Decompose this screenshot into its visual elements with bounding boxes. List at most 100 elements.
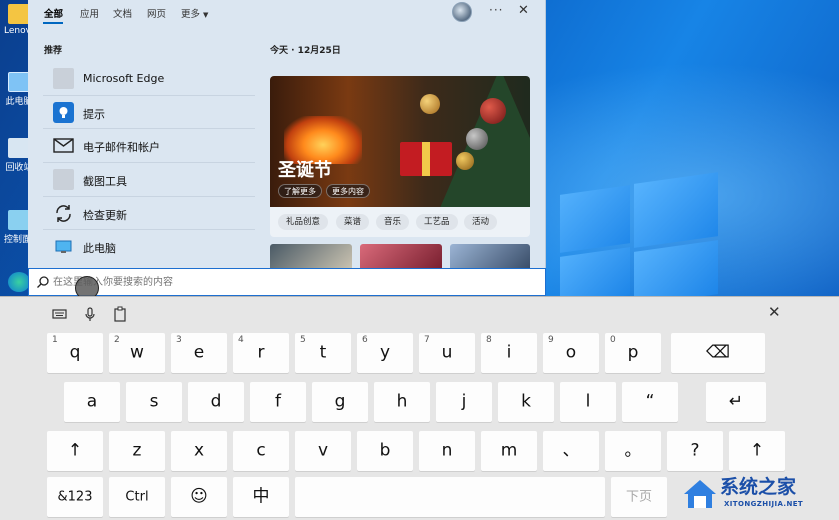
emoji-key[interactable]: ☺ [171,477,227,517]
ctrl-key[interactable]: Ctrl [109,477,165,517]
control-panel-icon [8,210,30,230]
shift-key[interactable]: ↑ [729,431,785,471]
key-j[interactable]: j [436,382,492,422]
space-key[interactable] [295,477,605,517]
key-m[interactable]: m [481,431,537,471]
tab-documents[interactable]: 文档 [113,6,132,20]
list-item-tips[interactable]: 提示 [43,96,255,130]
key-、[interactable]: 、 [543,431,599,471]
emoji-icon: ☺ [190,486,208,507]
key-label: g [334,391,346,412]
shift-icon: ↑ [67,440,83,461]
microphone-icon[interactable] [81,305,99,323]
tab-web[interactable]: 网页 [147,6,166,20]
symbols-key[interactable]: &123 [47,477,103,517]
shift-key[interactable]: ↑ [47,431,103,471]
key-n[interactable]: n [419,431,475,471]
list-item-microsoft-edge[interactable]: Microsoft Edge [43,62,255,96]
feature-tag-row: 礼品创意 菜谱 音乐 工艺品 活动 [270,207,530,237]
key-label: y [379,342,391,363]
tag-recipes[interactable]: 菜谱 [336,214,370,230]
thumbnail-image[interactable] [270,244,352,268]
key-g[interactable]: g [312,382,368,422]
key-q[interactable]: 1q [47,333,103,373]
avatar[interactable] [452,2,472,22]
computer-icon [53,236,74,257]
tag-gift-ideas[interactable]: 礼品创意 [278,214,329,230]
tag-crafts[interactable]: 工艺品 [416,214,458,230]
thumbnail-image[interactable] [450,244,530,268]
clipboard-icon[interactable] [111,305,129,323]
key-label: i [506,342,512,363]
tab-apps[interactable]: 应用 [80,6,99,20]
watermark-title: 系统之家 [720,476,797,498]
key-v[interactable]: v [295,431,351,471]
key-i[interactable]: 8i [481,333,537,373]
tag-events[interactable]: 活动 [464,214,498,230]
key-s[interactable]: s [126,382,182,422]
list-item-snipping-tool[interactable]: 截图工具 [43,163,255,197]
key-u[interactable]: 7u [419,333,475,373]
key-p[interactable]: 0p [605,333,661,373]
edge-icon [8,272,30,292]
tab-more[interactable]: 更多 ▼ [181,6,208,20]
key-label: 下页 [625,489,652,505]
key-t[interactable]: 5t [295,333,351,373]
key-x[interactable]: x [171,431,227,471]
key-b[interactable]: b [357,431,413,471]
learn-more-button[interactable]: 了解更多 [278,184,322,198]
list-item-check-updates[interactable]: 检查更新 [43,197,255,231]
key-label: f [275,391,281,412]
key-label: q [69,342,81,363]
house-logo-icon [684,480,716,508]
close-icon[interactable]: ✕ [518,3,529,18]
tag-music[interactable]: 音乐 [376,214,410,230]
key-f[interactable]: f [250,382,306,422]
list-item-mail-accounts[interactable]: 电子邮件和帐户 [43,129,255,164]
backspace-icon: ⌫ [705,342,731,363]
key-number-hint: 2 [114,335,120,345]
key-h[interactable]: h [374,382,430,422]
list-item-label: 此电脑 [83,242,116,256]
key-“[interactable]: “ [622,382,678,422]
active-tab-underline [43,22,63,24]
search-box[interactable] [28,268,546,300]
list-item-label: 截图工具 [83,175,127,189]
recycle-bin-icon [8,138,30,158]
key-number-hint: 9 [548,335,554,345]
key-e[interactable]: 3e [171,333,227,373]
refresh-icon [53,203,74,224]
key-r[interactable]: 4r [233,333,289,373]
keyboard-close-icon[interactable]: ✕ [768,303,781,321]
mail-icon [53,135,74,156]
christmas-feature-card[interactable]: 圣诞节 了解更多 更多内容 [270,76,530,207]
thumbnail-image[interactable] [360,244,442,268]
ornament-image [466,128,488,150]
more-options-icon[interactable]: ··· [489,3,503,17]
recommended-title: 推荐 [44,46,63,56]
key-w[interactable]: 2w [109,333,165,373]
key-label: 、 [562,440,580,461]
key-y[interactable]: 6y [357,333,413,373]
key-label: r [257,342,265,363]
backspace-key[interactable]: ⌫ [671,333,765,373]
key-c[interactable]: c [233,431,289,471]
key-?[interactable]: ? [667,431,723,471]
keyboard-settings-icon[interactable] [51,305,69,323]
language-toggle-key[interactable]: 中 [233,477,289,517]
more-content-button[interactable]: 更多内容 [326,184,370,198]
key-。[interactable]: 。 [605,431,661,471]
key-label: d [210,391,222,412]
key-label: “ [645,391,655,412]
enter-key[interactable]: ↵ [706,382,766,422]
key-a[interactable]: a [64,382,120,422]
search-input[interactable] [53,272,533,292]
key-z[interactable]: z [109,431,165,471]
key-d[interactable]: d [188,382,244,422]
list-item-this-pc[interactable]: 此电脑 [43,230,255,264]
key-l[interactable]: l [560,382,616,422]
key-o[interactable]: 9o [543,333,599,373]
tab-all[interactable]: 全部 [44,6,63,20]
key-k[interactable]: k [498,382,554,422]
next-page-key[interactable]: 下页 [611,477,667,517]
